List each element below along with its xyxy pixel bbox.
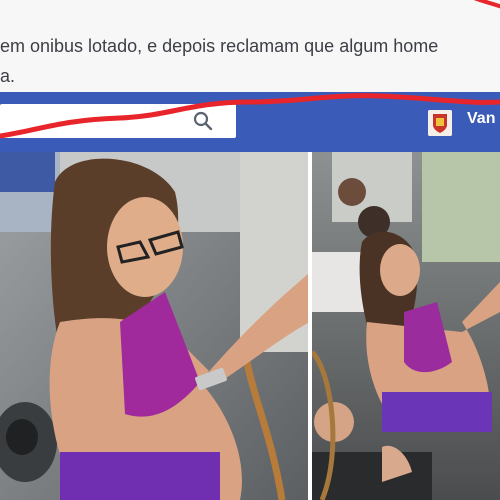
profile-name-link[interactable]: Van [467,110,495,128]
red-scribble-corner [473,0,500,9]
photo-left-image [0,152,310,500]
photo-left[interactable] [0,152,310,500]
avatar-image [428,110,452,136]
search-icon[interactable] [192,110,214,132]
post-text-line-2: a. [0,66,16,86]
profile-avatar-icon[interactable] [428,110,452,136]
photo-right[interactable] [312,152,500,500]
post-text-line-1: em onibus lotado, e depois reclamam que … [0,36,439,56]
post-text-area: em onibus lotado, e depois reclamam que … [0,0,500,92]
photo-right-image [312,152,500,500]
